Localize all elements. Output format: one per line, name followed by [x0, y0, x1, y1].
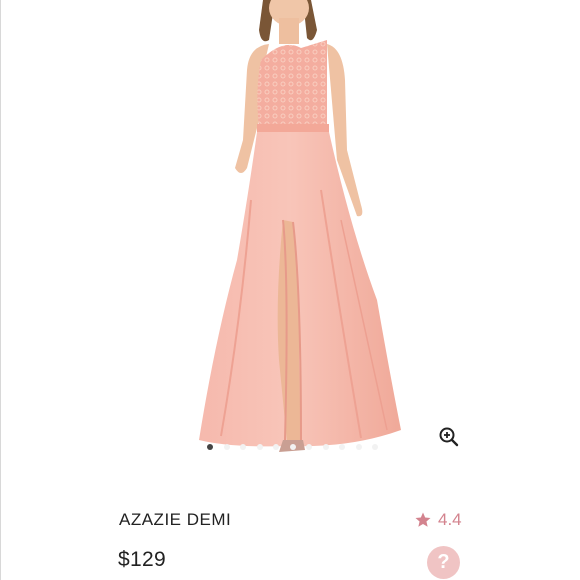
rating-value: 4.4 [438, 510, 462, 529]
price: $129 [118, 548, 166, 571]
star-icon [415, 512, 431, 527]
rating: 4.4 [414, 509, 462, 531]
help-button[interactable]: ? [427, 546, 460, 579]
carousel-dot[interactable] [306, 444, 312, 450]
carousel-dot[interactable] [273, 444, 279, 450]
carousel-dot[interactable] [223, 444, 230, 450]
product-image[interactable] [151, 0, 431, 455]
carousel-dot[interactable] [289, 444, 296, 450]
listing-card: AZAZIE DEMI 4.4 $129 ? [0, 0, 579, 580]
carousel-dots [1, 444, 580, 454]
question-icon: ? [437, 551, 450, 573]
carousel-dot[interactable] [322, 444, 329, 450]
carousel-dot[interactable] [339, 444, 345, 450]
carousel-dot[interactable] [256, 444, 263, 450]
carousel-dot[interactable] [355, 444, 362, 450]
carousel-dot[interactable] [240, 444, 246, 450]
carousel-dot[interactable] [207, 444, 213, 450]
product-name[interactable]: AZAZIE DEMI [119, 510, 231, 530]
carousel-dot[interactable] [372, 444, 378, 450]
